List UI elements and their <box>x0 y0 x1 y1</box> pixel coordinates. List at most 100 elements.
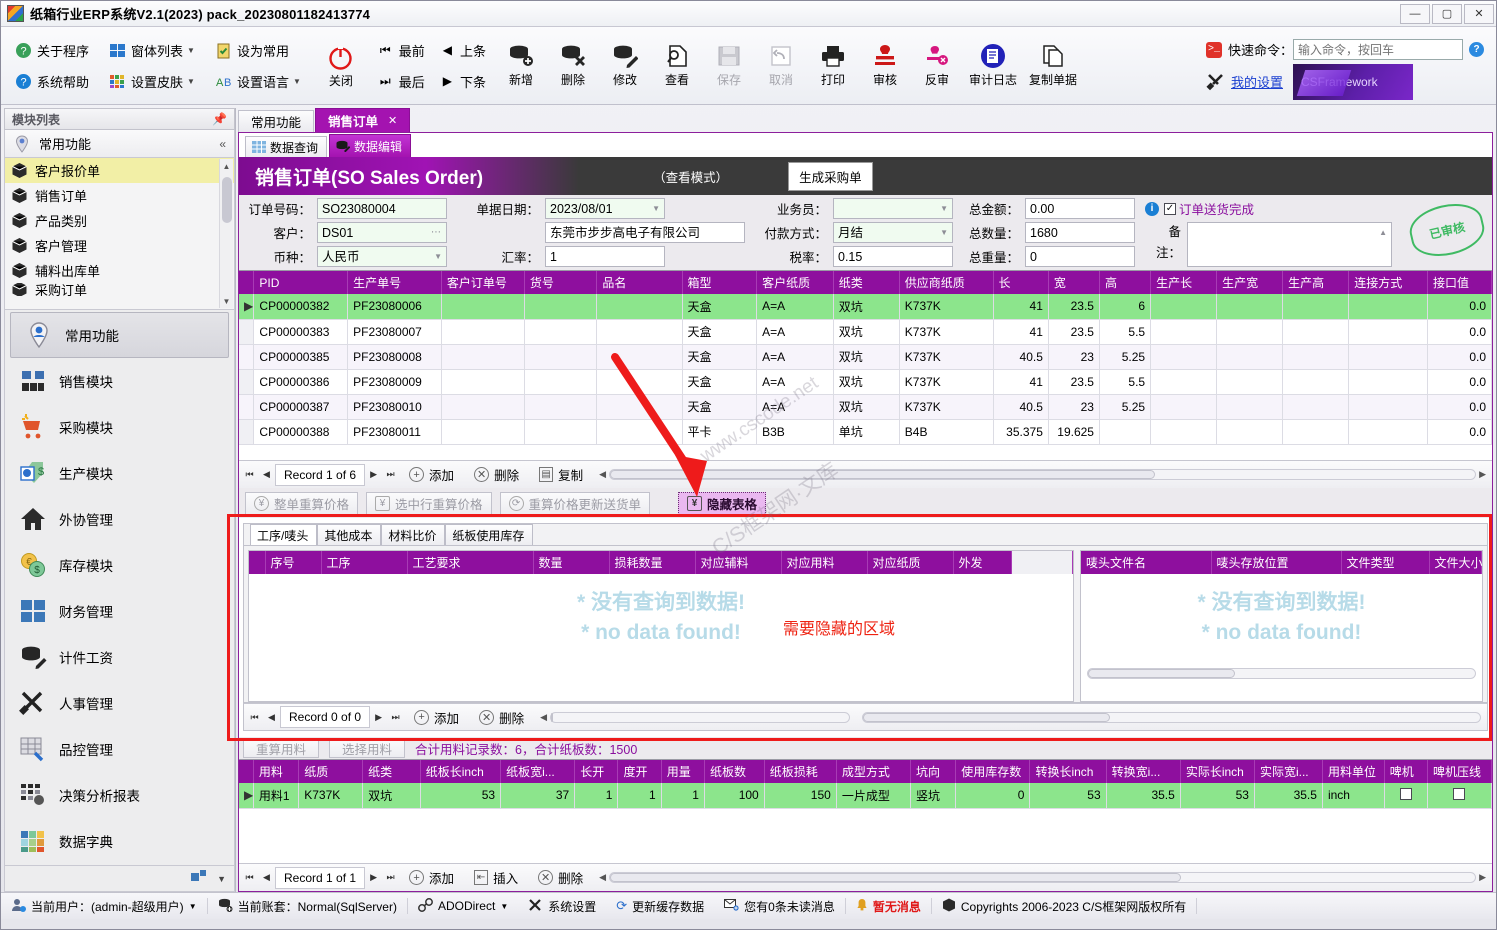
cell-height[interactable]: 5.25 <box>1099 394 1152 420</box>
unapprove-button[interactable]: 反审 <box>911 29 963 99</box>
cell-height[interactable]: 5.5 <box>1099 369 1152 395</box>
cell-item-name[interactable] <box>596 394 683 420</box>
close-button[interactable]: ✕ <box>1464 3 1494 24</box>
tab-other-cost[interactable]: 其他成本 <box>317 524 382 545</box>
close-app-button[interactable]: 关闭 <box>315 31 367 101</box>
prev-record-button[interactable]: ◀ <box>258 464 275 486</box>
cell-box-type[interactable]: 天盒 <box>682 394 758 420</box>
col-board-loss[interactable]: 纸板损耗 <box>764 760 837 783</box>
col-quantity[interactable]: 数量 <box>533 551 610 574</box>
copy-doc-button[interactable]: 复制单据 <box>1023 29 1083 99</box>
col-process[interactable]: 工序 <box>321 551 408 574</box>
cell-join-method[interactable] <box>1348 394 1428 420</box>
col-prod-length[interactable]: 生产长 <box>1150 271 1218 294</box>
sidebar-item-customer-quote[interactable]: 客户报价单 <box>5 158 234 183</box>
scroll-thumb[interactable] <box>610 873 1181 882</box>
window-list-button[interactable]: 窗体列表 ▼ <box>103 35 201 66</box>
cell-board-length[interactable]: 53 <box>420 783 502 809</box>
col-material-unit[interactable]: 用料单位 <box>1322 760 1385 783</box>
col-forming-method[interactable]: 成型方式 <box>836 760 911 783</box>
cell-width[interactable]: 23 <box>1048 344 1100 370</box>
cell-prod-height[interactable] <box>1282 369 1350 395</box>
chevron-down-icon[interactable]: ▼ <box>434 248 442 266</box>
cell-prod-width[interactable] <box>1216 419 1284 445</box>
col-join-method[interactable]: 连接方式 <box>1348 271 1428 294</box>
cell-interface-value[interactable]: 0.0 <box>1427 419 1492 445</box>
tax-rate-field[interactable]: 0.15 <box>833 246 953 267</box>
nav-last-button[interactable]: ⏭ 最后 <box>371 66 434 97</box>
col-supplier-paper[interactable]: 供应商纸质 <box>899 271 994 294</box>
delete-record-button[interactable]: 删除 <box>547 29 599 99</box>
cell-length-open[interactable]: 1 <box>574 783 619 809</box>
cell-paper-class[interactable]: 双坑 <box>833 369 900 395</box>
cell-join-method[interactable] <box>1348 294 1428 320</box>
cell-prod-height[interactable] <box>1282 344 1350 370</box>
col-interface-value[interactable]: 接口值 <box>1427 271 1492 294</box>
col-item-no[interactable]: 货号 <box>524 271 598 294</box>
cell-prod-width[interactable] <box>1216 294 1284 320</box>
cell-paper-class[interactable]: 单坑 <box>833 419 900 445</box>
cell-join-method[interactable] <box>1348 319 1428 345</box>
cell-paper-class[interactable]: 双坑 <box>833 319 900 345</box>
col-die-machine[interactable]: 啤机 <box>1384 760 1428 783</box>
scroll-track[interactable] <box>1087 668 1476 679</box>
cell-height[interactable]: 5.25 <box>1099 344 1152 370</box>
col-craft-requirement[interactable]: 工艺要求 <box>407 551 534 574</box>
col-height[interactable]: 高 <box>1099 271 1152 294</box>
cell-prod-length[interactable] <box>1150 369 1218 395</box>
cancel-button[interactable]: 取消 <box>755 29 807 99</box>
col-paper-class[interactable]: 纸类 <box>362 760 421 783</box>
cell-prod-width[interactable] <box>1216 369 1284 395</box>
cell-prod-length[interactable] <box>1150 419 1218 445</box>
minimize-button[interactable]: — <box>1400 3 1430 24</box>
tab-sales-order[interactable]: 销售订单 ✕ <box>315 108 411 132</box>
cell-customer-order-no[interactable] <box>441 319 525 345</box>
cell-pid[interactable]: CP00000387 <box>253 394 349 420</box>
col-shipmark-filename[interactable]: 唛头文件名 <box>1081 551 1212 574</box>
sidebar-nav-outsource[interactable]: 外协管理 <box>5 496 234 542</box>
col-flute-direction[interactable]: 坑向 <box>910 760 957 783</box>
shipmark-horizontal-scrollbar[interactable] <box>1087 648 1476 699</box>
scroll-thumb[interactable] <box>1088 669 1236 678</box>
col-die-crease[interactable]: 啤机压线 <box>1427 760 1492 783</box>
cell-interface-value[interactable]: 0.0 <box>1427 294 1492 320</box>
sidebar-nav-finance[interactable]: 财务管理 <box>5 588 234 634</box>
chevron-down-icon[interactable]: ▼ <box>940 200 948 218</box>
cell-supplier-paper[interactable]: B4B <box>899 419 994 445</box>
sidebar-item-product-category[interactable]: 产品类别 <box>5 208 234 233</box>
sidebar-group-common[interactable]: 常用功能 « <box>4 130 235 158</box>
about-program-button[interactable]: ? 关于程序 <box>9 35 95 66</box>
tab-material-price[interactable]: 材料比价 <box>381 524 446 545</box>
collapse-icon[interactable]: « <box>219 137 226 151</box>
scroll-track[interactable] <box>609 872 1477 883</box>
col-paper-class[interactable]: 纸类 <box>833 271 900 294</box>
sidebar-scrollbar[interactable]: ▲ ▼ <box>219 159 233 308</box>
col-length-open[interactable]: 长开 <box>574 760 619 783</box>
first-record-button[interactable]: ⏮ <box>246 706 263 728</box>
approve-button[interactable]: 审核 <box>859 29 911 99</box>
prev-record-button[interactable]: ◀ <box>263 706 280 728</box>
cell-prod-height[interactable] <box>1282 294 1350 320</box>
cell-customer-order-no[interactable] <box>441 419 525 445</box>
cell-box-type[interactable]: 天盒 <box>682 294 758 320</box>
col-degree-open[interactable]: 度开 <box>617 760 662 783</box>
cell-supplier-paper[interactable]: K737K <box>899 369 994 395</box>
cell-prod-length[interactable] <box>1150 319 1218 345</box>
cell-width[interactable]: 23 <box>1048 394 1100 420</box>
cell-customer-paper[interactable]: A=A <box>756 344 834 370</box>
skin-settings-button[interactable]: 设置皮肤 ▼ <box>103 66 201 97</box>
next-record-button[interactable]: ▶ <box>365 464 382 486</box>
cell-height[interactable]: 6 <box>1099 294 1152 320</box>
tab-process-shipmark[interactable]: 工序/唛头 <box>250 524 318 545</box>
col-seq[interactable]: 序号 <box>265 551 322 574</box>
quick-command-help-icon[interactable]: ? <box>1469 42 1484 57</box>
recalc-selected-button[interactable]: ¥ 选中行重算价格 <box>366 491 492 515</box>
cell-customer-order-no[interactable] <box>441 394 525 420</box>
cell-join-method[interactable] <box>1348 369 1428 395</box>
col-material[interactable]: 用料 <box>253 760 300 783</box>
sidebar-nav-common[interactable]: 常用功能 <box>10 312 229 358</box>
current-user-item[interactable]: 当前用户：(admin-超级用户) ▼ <box>1 896 207 916</box>
scroll-down-icon[interactable]: ▼ <box>220 294 233 308</box>
cell-usage[interactable]: 1 <box>661 783 705 809</box>
ellipsis-button[interactable]: ⋯ <box>431 224 442 242</box>
